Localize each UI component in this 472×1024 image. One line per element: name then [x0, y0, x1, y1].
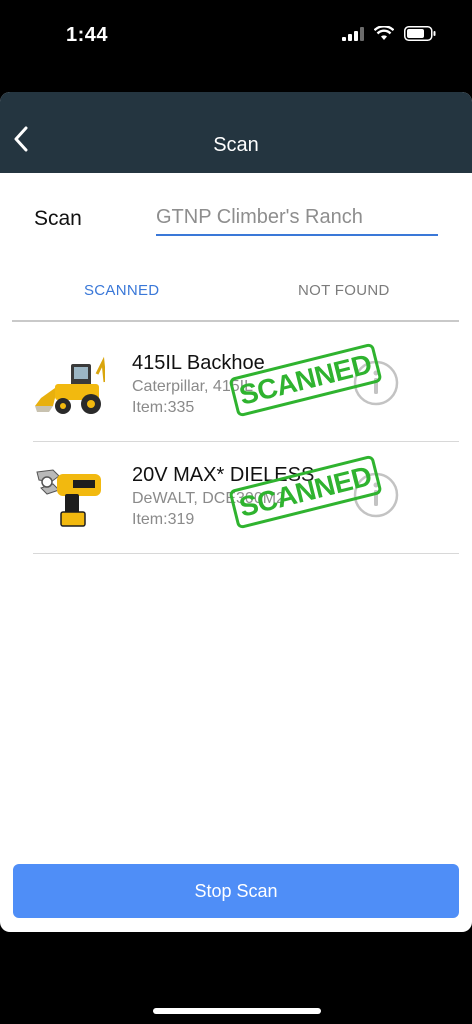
scan-screen: Scan Scan SCANNED NOT FOUND 415IL Backho…	[0, 92, 472, 932]
item-number: Item:335	[132, 399, 195, 416]
backhoe-image	[35, 356, 105, 414]
cellular-signal-icon	[342, 26, 364, 41]
page-title: Scan	[213, 134, 259, 156]
scan-label: Scan	[34, 207, 82, 230]
status-time: 1:44	[66, 24, 109, 46]
tab-not-found[interactable]: NOT FOUND	[298, 282, 390, 299]
navigation-bar: Scan	[0, 92, 472, 173]
home-indicator	[153, 1008, 321, 1014]
item-title: 415IL Backhoe	[132, 352, 265, 374]
list-item[interactable]: 415IL Backhoe Caterpillar, 415IL Item:33…	[33, 330, 459, 442]
tab-scanned[interactable]: SCANNED	[84, 282, 159, 299]
status-icons	[342, 26, 436, 41]
stop-scan-button[interactable]: Stop Scan	[13, 864, 459, 918]
scanned-items-list: 415IL Backhoe Caterpillar, 415IL Item:33…	[33, 330, 459, 554]
list-item[interactable]: 20V MAX* DIELESS DeWALT, DCE300M2 Item:3…	[33, 442, 459, 554]
wifi-icon	[374, 26, 394, 40]
battery-icon	[404, 26, 436, 41]
status-bar: 1:44	[0, 0, 472, 72]
item-number: Item:319	[132, 511, 195, 528]
tab-bar: SCANNED NOT FOUND	[12, 268, 459, 322]
scan-input[interactable]	[156, 200, 438, 236]
crimping-tool-image	[36, 469, 101, 527]
